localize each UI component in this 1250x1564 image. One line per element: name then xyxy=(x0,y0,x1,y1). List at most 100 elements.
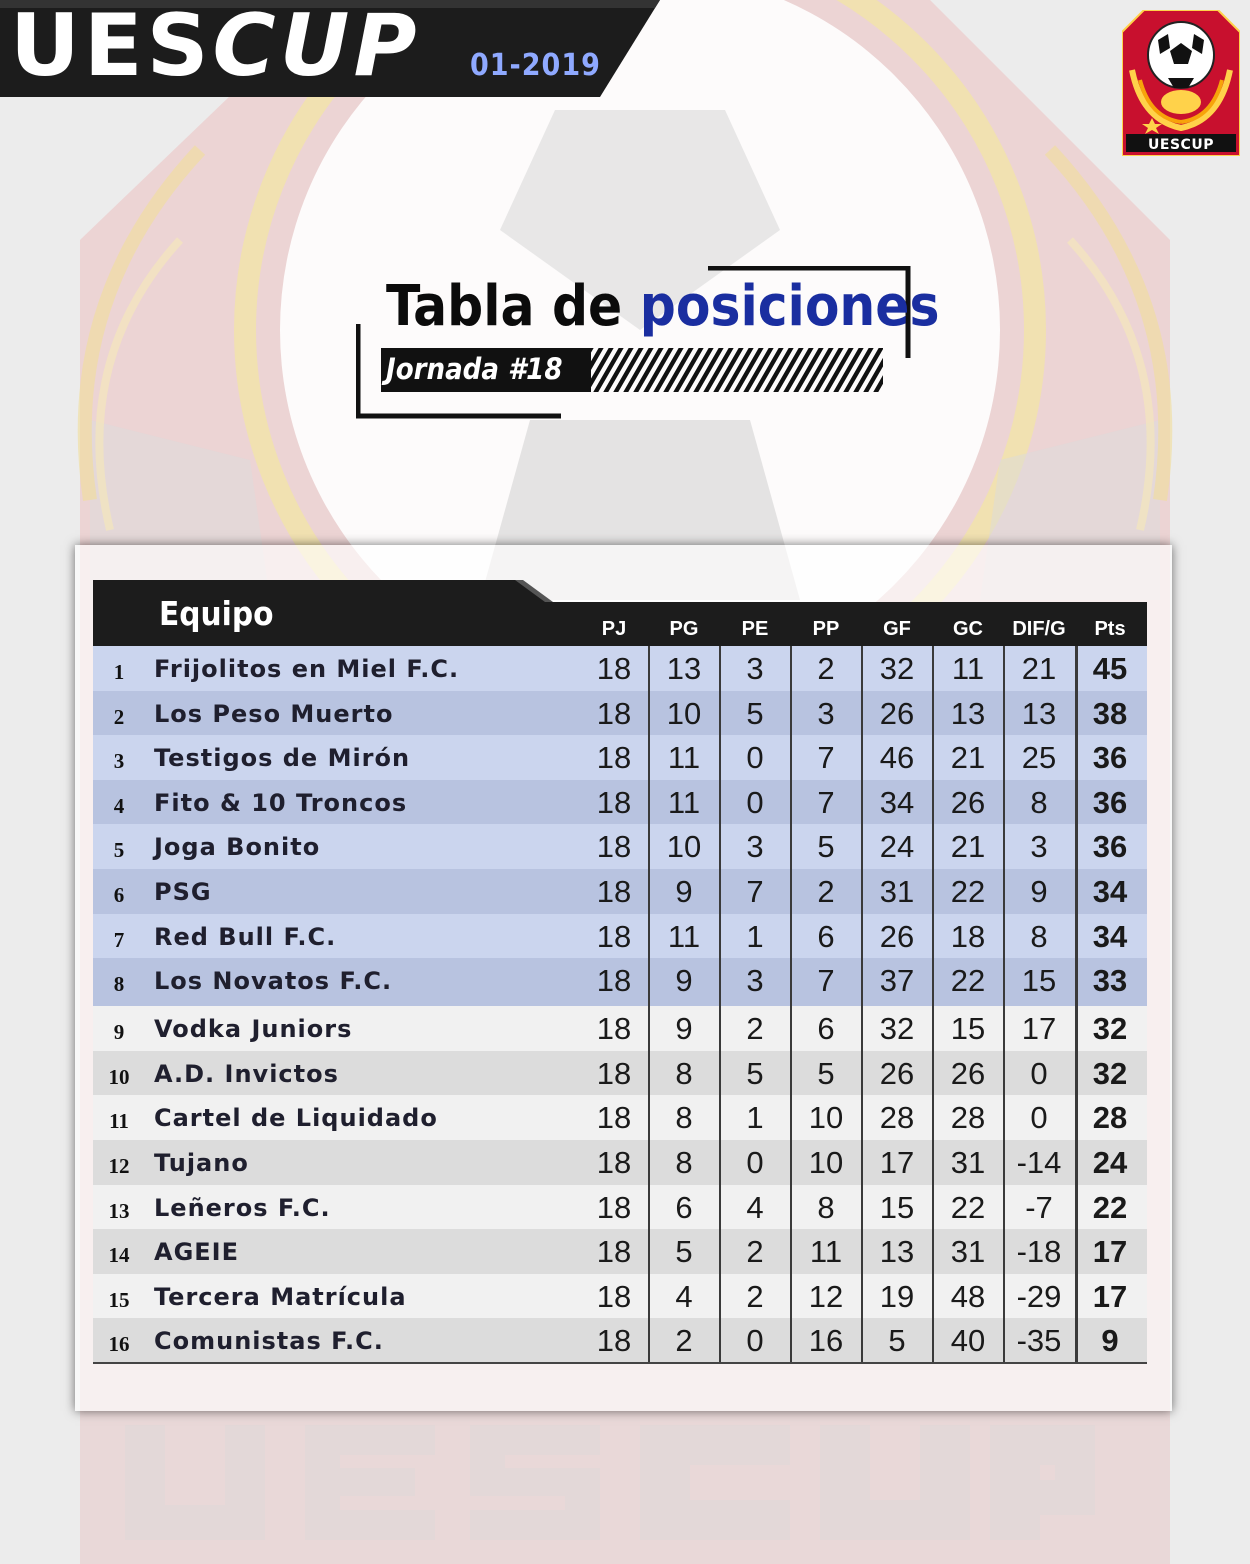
gc-cell: 21 xyxy=(950,740,986,776)
pts-cell: 36 xyxy=(1092,829,1128,865)
team-cell: Los Peso Muerto xyxy=(154,699,394,728)
pp-cell: 8 xyxy=(817,1189,835,1225)
team-cell: Tujano xyxy=(154,1148,249,1177)
gc-cell: 28 xyxy=(950,1100,986,1136)
pe-cell: 2 xyxy=(746,1234,764,1270)
pts-cell: 32 xyxy=(1092,1011,1128,1047)
pts-cell: 32 xyxy=(1092,1055,1128,1091)
column-header-pe: PE xyxy=(741,618,769,640)
pe-cell: 4 xyxy=(746,1189,764,1225)
dif-cell: 8 xyxy=(1030,918,1048,954)
pe-cell: 2 xyxy=(746,1278,764,1314)
pp-cell: 7 xyxy=(817,963,835,999)
pe-cell: 1 xyxy=(746,1100,764,1136)
pg-cell: 9 xyxy=(675,1011,693,1047)
gf-cell: 46 xyxy=(879,740,915,776)
rank-cell: 3 xyxy=(113,749,125,774)
rank-cell: 15 xyxy=(108,1287,130,1312)
team-cell: Tercera Matrícula xyxy=(154,1282,407,1311)
pg-cell: 2 xyxy=(675,1323,693,1359)
pg-cell: 5 xyxy=(675,1234,693,1270)
gf-cell: 24 xyxy=(879,829,915,865)
pp-cell: 10 xyxy=(808,1144,844,1180)
table-row: 2 Los Peso Muerto 18 10 5 3 26 13 13 38 xyxy=(93,690,1147,736)
round-label: Jornada #18 xyxy=(386,352,563,386)
pj-cell: 18 xyxy=(596,784,632,820)
pts-cell: 24 xyxy=(1092,1144,1128,1180)
pg-cell: 10 xyxy=(666,695,702,731)
team-cell: Los Novatos F.C. xyxy=(154,967,393,996)
table-row: 5 Joga Bonito 18 10 3 5 24 21 3 36 xyxy=(93,824,1147,869)
pg-cell: 9 xyxy=(675,873,693,909)
team-cell: Vodka Juniors xyxy=(154,1015,353,1044)
team-cell: Testigos de Mirón xyxy=(154,744,411,773)
gc-cell: 31 xyxy=(950,1144,986,1180)
gf-cell: 13 xyxy=(879,1234,915,1270)
dif-cell: -29 xyxy=(1016,1278,1062,1314)
team-cell: Frijolitos en Miel F.C. xyxy=(154,655,460,683)
dif-cell: 8 xyxy=(1030,784,1048,820)
heading-block: Tabla de posiciones Jornada #18 xyxy=(356,266,939,421)
rank-cell: 5 xyxy=(113,838,125,863)
table-row: 10 A.D. Invictos 18 8 5 5 26 26 0 32 xyxy=(93,1050,1147,1096)
rank-cell: 6 xyxy=(113,882,125,907)
column-divider xyxy=(1003,646,1005,1362)
pts-cell: 38 xyxy=(1092,695,1128,731)
pg-cell: 6 xyxy=(675,1189,693,1225)
rank-cell: 8 xyxy=(113,972,125,997)
dif-cell: 9 xyxy=(1030,873,1048,909)
pts-cell: 34 xyxy=(1092,918,1128,954)
table-row: 16 Comunistas F.C. 18 2 0 16 5 40 -35 9 xyxy=(93,1318,1147,1363)
table-row: 11 Cartel de Liquidado 18 8 1 10 28 28 0… xyxy=(93,1095,1147,1140)
pg-cell: 4 xyxy=(675,1278,693,1314)
pp-cell: 5 xyxy=(817,829,835,865)
rank-cell: 12 xyxy=(108,1153,130,1178)
team-cell: PSG xyxy=(154,877,212,906)
logo-text: UESCUP xyxy=(1148,137,1214,153)
table-row: 7 Red Bull F.C. 18 11 1 6 26 18 8 34 xyxy=(93,913,1147,959)
gf-cell: 34 xyxy=(879,784,915,820)
dif-cell: 21 xyxy=(1021,651,1057,686)
gc-cell: 48 xyxy=(950,1278,986,1314)
pts-cell: 33 xyxy=(1092,963,1128,999)
top-banner: UESCUP 01-2019 xyxy=(0,0,660,97)
pts-cell: 36 xyxy=(1092,740,1128,776)
rank-cell: 14 xyxy=(108,1243,130,1268)
pg-cell: 13 xyxy=(666,651,702,686)
gf-cell: 28 xyxy=(879,1100,915,1136)
standings-table: Equipo PJ PG PE PP GF GC DIF/G Pts 1 Fri… xyxy=(75,545,1172,1411)
gf-cell: 32 xyxy=(879,651,915,686)
pj-cell: 18 xyxy=(596,829,632,865)
gc-cell: 21 xyxy=(950,829,986,865)
gc-cell: 22 xyxy=(950,873,986,909)
pj-cell: 18 xyxy=(596,1189,632,1225)
pts-cell: 28 xyxy=(1092,1100,1128,1136)
pp-cell: 16 xyxy=(808,1323,844,1359)
pp-cell: 2 xyxy=(817,873,835,909)
pts-cell: 17 xyxy=(1092,1234,1128,1270)
column-header-dif: DIF/G xyxy=(1012,618,1066,640)
gf-cell: 26 xyxy=(879,918,915,954)
dif-cell: -35 xyxy=(1016,1323,1062,1359)
pp-cell: 12 xyxy=(808,1278,844,1314)
team-cell: Red Bull F.C. xyxy=(154,922,337,951)
table-bottom-border xyxy=(93,1362,1147,1364)
pj-cell: 18 xyxy=(596,1144,632,1180)
table-row: 12 Tujano 18 8 0 10 17 31 -14 24 xyxy=(93,1139,1147,1185)
pp-cell: 2 xyxy=(817,651,835,686)
pj-cell: 18 xyxy=(596,740,632,776)
pts-cell: 34 xyxy=(1092,873,1128,909)
pj-cell: 18 xyxy=(596,1234,632,1270)
pg-cell: 11 xyxy=(667,918,701,954)
gc-cell: 11 xyxy=(951,651,985,686)
rank-cell: 2 xyxy=(113,704,125,729)
team-cell: Leñeros F.C. xyxy=(154,1193,331,1222)
dif-cell: 25 xyxy=(1021,740,1057,776)
column-divider xyxy=(790,646,792,1362)
team-cell: Fito & 10 Troncos xyxy=(154,788,408,817)
pp-cell: 11 xyxy=(809,1234,843,1270)
table-row: 3 Testigos de Mirón 18 11 0 7 46 21 25 3… xyxy=(93,735,1147,780)
rank-cell: 16 xyxy=(108,1332,130,1357)
rank-cell: 4 xyxy=(113,793,125,818)
league-logo: UESCUP xyxy=(1121,9,1241,157)
